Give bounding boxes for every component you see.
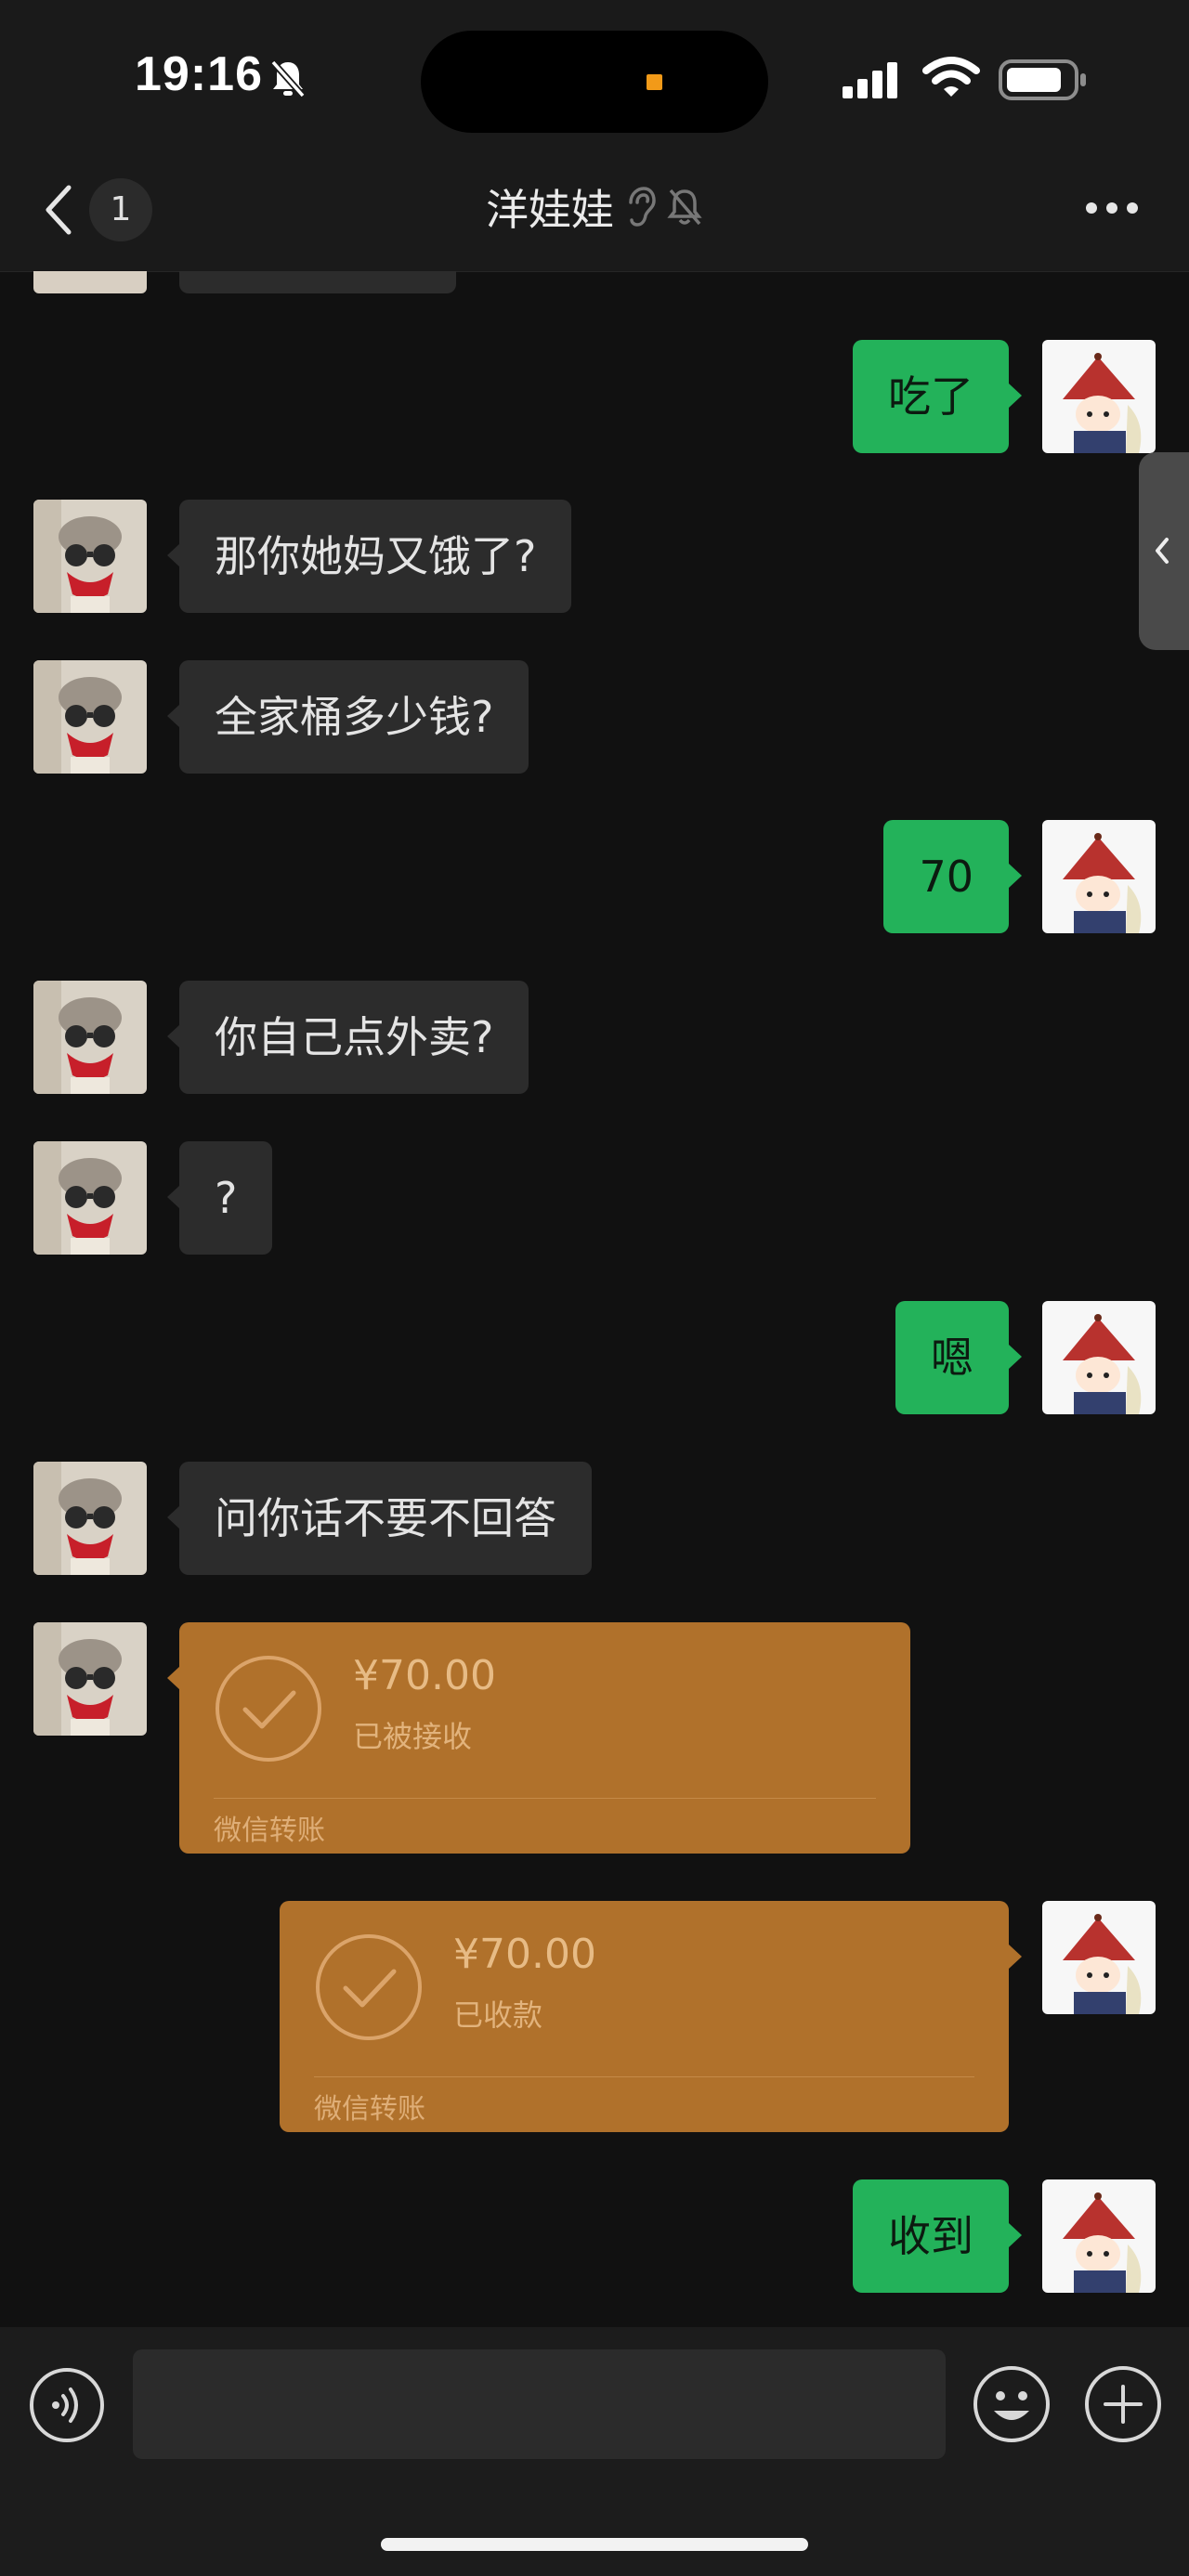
transfer-footer: 微信转账 <box>314 2093 425 2126</box>
contact-avatar[interactable] <box>33 500 147 613</box>
check-circle-icon <box>314 1932 424 2046</box>
avatar-partial <box>33 271 147 293</box>
bubble-tail <box>1009 1945 1022 1969</box>
contact-avatar[interactable] <box>33 660 147 774</box>
emoji-icon <box>973 2366 1050 2442</box>
signal-icon <box>841 60 902 103</box>
emoji-button[interactable] <box>972 2364 1052 2448</box>
transfer-card[interactable]: ¥70.00 已收款 微信转账 <box>280 1901 1009 2132</box>
plus-circle-icon <box>1085 2366 1161 2442</box>
more-button[interactable] <box>1082 197 1142 223</box>
bubble-tail <box>1009 1345 1022 1369</box>
message-bubble-in[interactable]: ? <box>179 1141 273 1255</box>
bubble-tail <box>1009 384 1022 408</box>
bubble-tail <box>167 1505 180 1529</box>
chevron-left-icon <box>1156 538 1169 564</box>
my-avatar[interactable] <box>1042 1901 1156 2014</box>
bubble-tail <box>167 1185 180 1209</box>
home-indicator[interactable] <box>381 2538 808 2551</box>
bell-slash-icon <box>269 59 307 103</box>
divider <box>314 2076 974 2077</box>
message-bubble-in[interactable]: 你自己点外卖? <box>179 981 529 1094</box>
privacy-indicator <box>647 74 662 90</box>
ear-icon <box>629 187 656 227</box>
message-bubble-partial <box>179 271 456 293</box>
divider <box>214 1798 876 1799</box>
my-avatar[interactable] <box>1042 1301 1156 1414</box>
battery-icon <box>999 59 1088 105</box>
voice-button[interactable] <box>28 2366 106 2448</box>
message-bubble-in[interactable]: 那你她妈又饿了? <box>179 500 572 613</box>
bubble-tail <box>167 1666 180 1690</box>
message-bubble-out[interactable]: 收到 <box>853 2179 1009 2293</box>
contact-name: 洋娃娃 <box>486 185 614 235</box>
my-avatar[interactable] <box>1042 820 1156 933</box>
bubble-tail <box>1009 2223 1022 2247</box>
transfer-amount: ¥70.00 <box>353 1652 496 1699</box>
transfer-status: 已被接收 <box>353 1719 473 1754</box>
transfer-amount: ¥70.00 <box>453 1931 596 1978</box>
message-bubble-out[interactable]: 吃了 <box>853 340 1009 453</box>
more-actions-button[interactable] <box>1083 2364 1163 2448</box>
wifi-icon <box>922 56 980 104</box>
my-avatar[interactable] <box>1042 340 1156 453</box>
transfer-footer: 微信转账 <box>214 1815 325 1847</box>
bubble-tail <box>167 543 180 567</box>
message-bubble-out[interactable]: 嗯 <box>895 1301 1009 1414</box>
bubble-tail <box>167 704 180 728</box>
voice-icon <box>30 2368 104 2442</box>
bubble-tail <box>167 1024 180 1048</box>
transfer-status: 已收款 <box>453 1997 543 2033</box>
contact-avatar[interactable] <box>33 1141 147 1255</box>
contact-avatar[interactable] <box>33 1462 147 1575</box>
side-panel-handle[interactable] <box>1139 452 1189 650</box>
status-time: 19:16 <box>135 47 263 101</box>
more-icon <box>1086 202 1138 214</box>
message-bubble-in[interactable]: 问你话不要不回答 <box>179 1462 592 1575</box>
bubble-tail <box>1009 864 1022 888</box>
my-avatar[interactable] <box>1042 2179 1156 2293</box>
message-bubble-out[interactable]: 70 <box>883 820 1009 933</box>
message-input[interactable] <box>133 2349 946 2459</box>
chat-title: 洋娃娃 <box>0 176 1189 238</box>
transfer-card[interactable]: ¥70.00 已被接收 微信转账 <box>179 1622 910 1854</box>
contact-avatar[interactable] <box>33 981 147 1094</box>
message-bubble-in[interactable]: 全家桶多少钱? <box>179 660 529 774</box>
mute-bell-icon <box>667 189 702 226</box>
dynamic-island <box>421 31 768 133</box>
check-circle-icon <box>214 1654 323 1767</box>
contact-avatar[interactable] <box>33 1622 147 1736</box>
